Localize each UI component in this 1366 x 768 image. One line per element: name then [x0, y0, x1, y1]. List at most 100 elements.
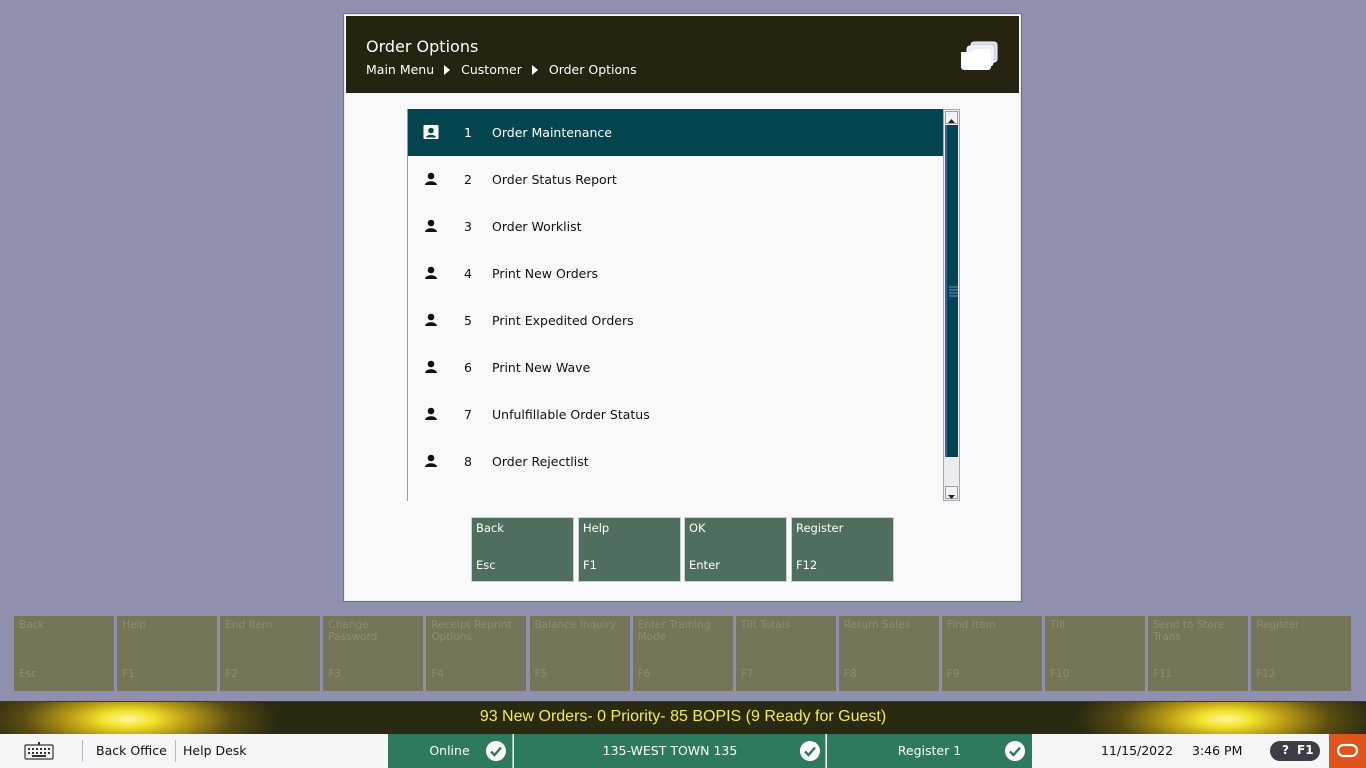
function-key-label: Help: [122, 619, 147, 631]
list-item[interactable]: 6 Print New Wave: [408, 344, 943, 391]
oracle-menu-button[interactable]: [1329, 734, 1366, 768]
list-item[interactable]: 7 Unfulfillable Order Status: [408, 391, 943, 438]
function-key-button[interactable]: Register F12: [1251, 616, 1352, 691]
back-button-label: Back: [476, 521, 504, 535]
function-key-label: Balance Inquiry: [534, 619, 617, 631]
breadcrumb: Main Menu Customer Order Options: [366, 62, 637, 77]
help-f1-key: F1: [1297, 743, 1314, 757]
function-key-button[interactable]: Help F1: [117, 616, 218, 691]
scroll-thumb[interactable]: [945, 125, 958, 457]
function-key-button[interactable]: Enter Training Mode F6: [632, 616, 733, 691]
function-key-shortcut: F8: [843, 668, 857, 680]
function-key-button[interactable]: Return Sales F8: [838, 616, 939, 691]
store-status[interactable]: 135-WEST TOWN 135: [514, 734, 826, 768]
list-item-number: 8: [464, 454, 472, 469]
help-button-label: Help: [583, 521, 610, 535]
function-key-label: Back: [19, 619, 45, 631]
grip-icon: [949, 286, 958, 297]
breadcrumb-customer[interactable]: Customer: [461, 62, 522, 77]
dialog-header: Order Options Main Menu Customer Order O…: [346, 16, 1019, 93]
list-item[interactable]: 3 Order Worklist: [408, 203, 943, 250]
back-office-link[interactable]: Back Office: [96, 743, 167, 758]
list-item-number: 2: [464, 172, 472, 187]
back-button[interactable]: Back Esc: [471, 517, 574, 582]
function-key-button[interactable]: Change Password F3: [323, 616, 424, 691]
function-key-button[interactable]: Find Item F9: [941, 616, 1042, 691]
function-key-button[interactable]: Balance Inquiry F5: [529, 616, 630, 691]
user-icon: [425, 360, 437, 373]
function-key-label: Tilt Totals: [740, 619, 791, 631]
chevron-down-icon: [948, 495, 955, 499]
online-status[interactable]: Online: [388, 734, 513, 768]
order-options-list: 1 Order Maintenance 2 Order Status Report 3 O…: [407, 109, 943, 501]
ok-button-key: Enter: [689, 558, 720, 572]
function-key-button[interactable]: Tilt Totals F7: [735, 616, 836, 691]
user-icon: [425, 407, 437, 420]
breadcrumb-main-menu[interactable]: Main Menu: [366, 62, 434, 77]
function-key-label: Receipt Reprint Options: [431, 619, 512, 643]
function-key-button[interactable]: Receipt Reprint Options F4: [426, 616, 527, 691]
date-display: 11/15/2022: [1101, 743, 1174, 758]
divider: [82, 740, 83, 762]
folders-icon: [961, 41, 998, 70]
register-status-text: Register 1: [897, 743, 962, 758]
function-key-label: Send to Store Trans: [1153, 619, 1225, 643]
function-key-shortcut: F10: [1050, 668, 1070, 680]
list-item-number: 1: [464, 125, 472, 140]
user-icon: [425, 172, 437, 185]
notification-text: 93 New Orders- 0 Priority- 85 BOPIS (9 R…: [479, 708, 887, 725]
breadcrumb-arrow-icon: [531, 64, 538, 75]
divider: [175, 740, 176, 762]
list-item[interactable]: 1 Order Maintenance: [408, 109, 943, 156]
keyboard-icon[interactable]: [24, 742, 54, 760]
function-key-label: Till: [1050, 619, 1065, 631]
function-key-shortcut: F6: [637, 668, 651, 680]
scroll-down-button[interactable]: [945, 486, 958, 499]
list-item[interactable]: 2 Order Status Report: [408, 156, 943, 203]
function-key-label: Change Password: [328, 619, 378, 643]
list-item[interactable]: 8 Order Rejectlist: [408, 438, 943, 485]
breadcrumb-order-options: Order Options: [548, 62, 637, 77]
check-circle-icon: [800, 741, 820, 761]
function-key-button[interactable]: Till F10: [1045, 616, 1145, 691]
function-key-shortcut: F9: [946, 668, 960, 680]
help-button[interactable]: Help F1: [578, 517, 681, 582]
user-icon: [425, 219, 437, 232]
order-notification-banner[interactable]: 93 New Orders- 0 Priority- 85 BOPIS (9 R…: [0, 701, 1366, 734]
function-key-label: Return Sales: [843, 619, 910, 631]
function-key-button[interactable]: Back Esc: [14, 616, 114, 691]
function-key-shortcut: Esc: [19, 668, 37, 680]
scroll-up-button[interactable]: [945, 111, 958, 124]
help-f1-button[interactable]: ? F1: [1270, 741, 1320, 761]
list-scrollbar[interactable]: [943, 109, 960, 501]
function-key-shortcut: F7: [740, 668, 754, 680]
register-status[interactable]: Register 1: [827, 734, 1032, 768]
function-key-shortcut: F5: [534, 668, 548, 680]
list-item-label: Print Expedited Orders: [492, 313, 634, 328]
function-key-shortcut: F4: [431, 668, 445, 680]
list-item-number: 7: [464, 407, 472, 422]
list-item-label: Order Worklist: [492, 219, 582, 234]
order-options-dialog: Order Options Main Menu Customer Order O…: [344, 14, 1021, 601]
function-key-button[interactable]: End Item F2: [220, 616, 321, 691]
list-item-label: Print New Wave: [492, 360, 591, 375]
ok-button-label: OK: [689, 521, 706, 535]
user-icon: [425, 313, 437, 326]
function-key-shortcut: F2: [225, 668, 238, 680]
list-item[interactable]: 5 Print Expedited Orders: [408, 297, 943, 344]
function-key-shortcut: F12: [1256, 668, 1276, 680]
function-key-label: Register: [1256, 619, 1300, 631]
list-item-label: Print New Orders: [492, 266, 598, 281]
function-key-shortcut: F3: [328, 668, 342, 680]
list-item-label: Order Maintenance: [492, 125, 612, 140]
register-button[interactable]: Register F12: [791, 517, 894, 582]
list-item-label: Unfulfillable Order Status: [492, 407, 650, 422]
oracle-logo-icon: [1336, 743, 1359, 758]
list-item[interactable]: 4 Print New Orders: [408, 250, 943, 297]
help-desk-link[interactable]: Help Desk: [183, 743, 247, 758]
function-key-button[interactable]: Send to Store Trans F11: [1148, 616, 1249, 691]
list-item-label: Order Rejectlist: [492, 454, 589, 469]
function-key-label: Find Item: [946, 619, 996, 631]
list-item-number: 6: [464, 360, 472, 375]
ok-button[interactable]: OK Enter: [684, 517, 787, 582]
